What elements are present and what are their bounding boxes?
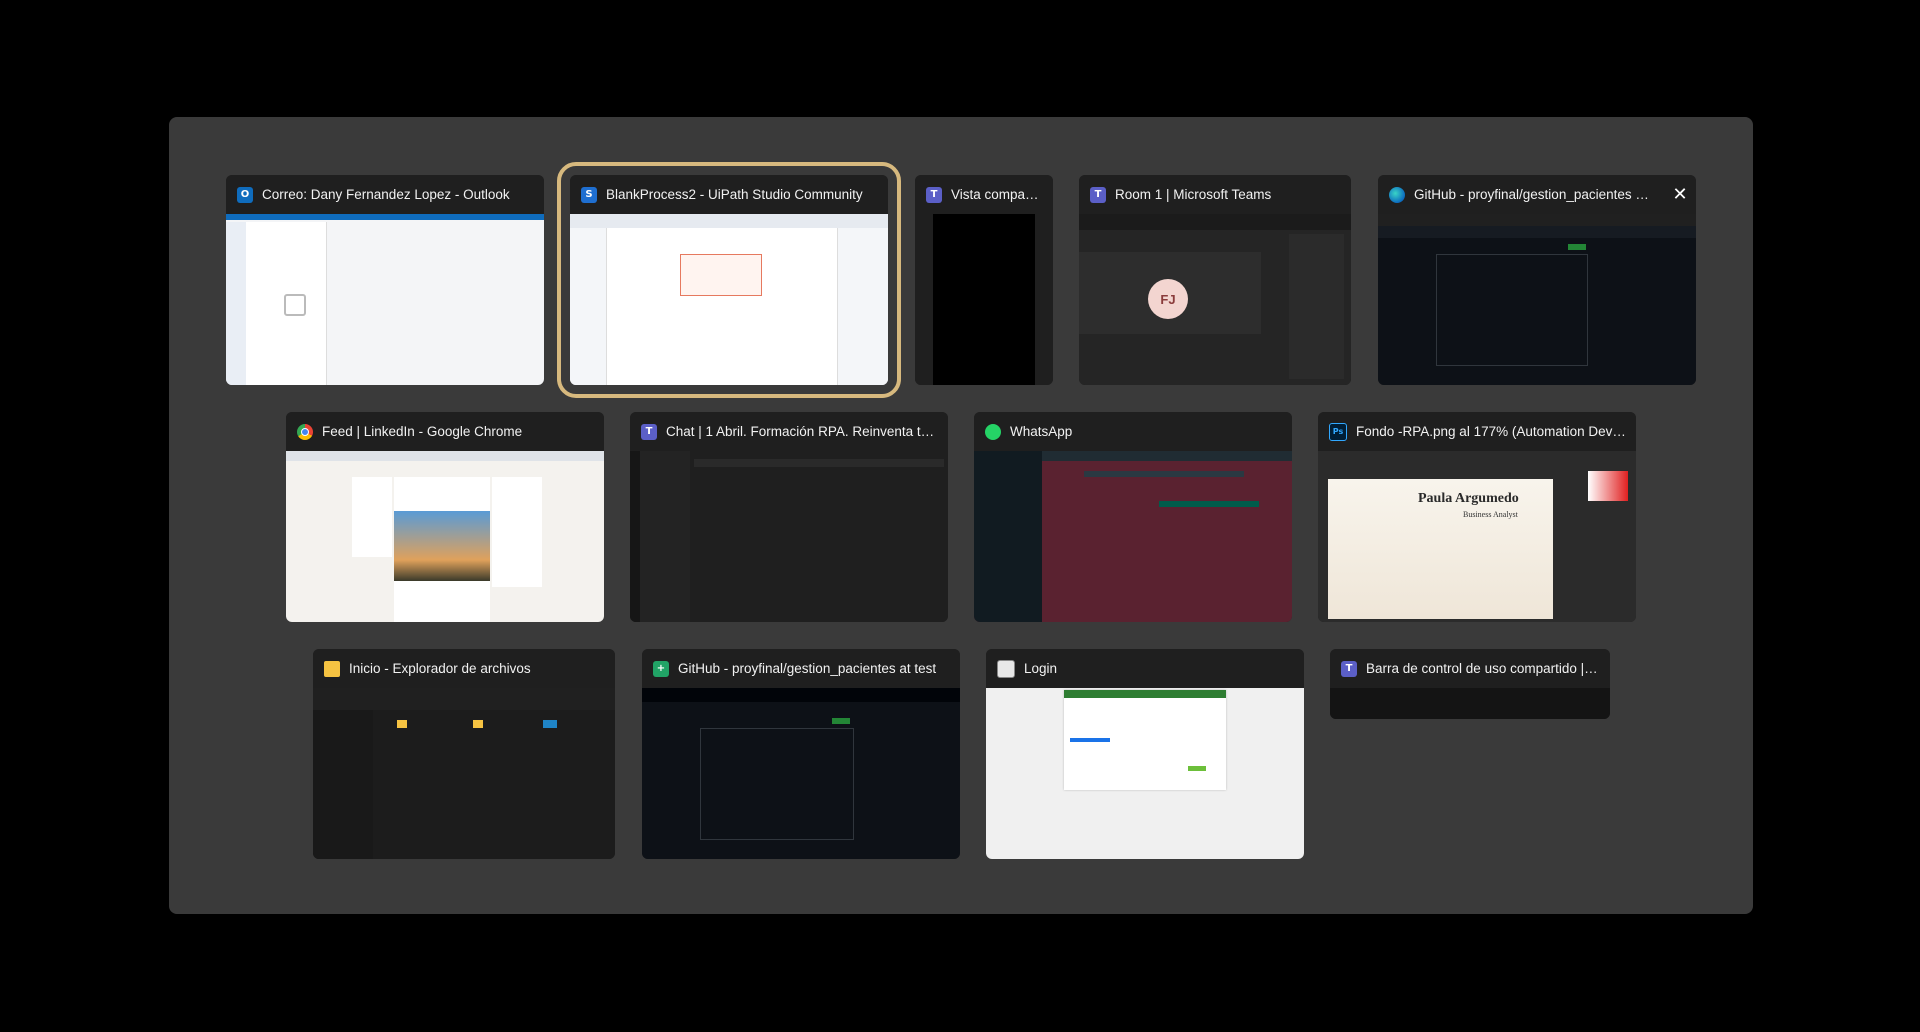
window-title: BlankProcess2 - UiPath Studio Community — [606, 187, 863, 202]
teams-icon: T — [1090, 186, 1106, 203]
login-icon — [997, 659, 1015, 678]
window-card-github-edge[interactable]: GitHub - proyfinal/gestion_pacientes at … — [1378, 175, 1696, 385]
window-thumbnail — [1378, 214, 1696, 385]
participant-avatar: FJ — [1148, 279, 1188, 319]
window-thumbnail: Paula Argumedo Business Analyst — [1318, 451, 1636, 622]
window-title: Room 1 | Microsoft Teams — [1115, 187, 1272, 202]
uipath-icon: S — [581, 186, 597, 203]
window-title: Fondo -RPA.png al 177% (Automation Devel… — [1356, 424, 1636, 439]
edge-icon — [1389, 186, 1405, 203]
window-title: Vista compacta... — [951, 187, 1053, 202]
window-card-teams-compact[interactable]: T Vista compacta... — [915, 175, 1053, 385]
window-title: Chat | 1 Abril. Formación RPA. Reinventa… — [666, 424, 948, 439]
teams-icon: T — [1341, 660, 1357, 677]
close-icon[interactable]: ✕ — [1664, 184, 1696, 205]
teams-icon: T — [926, 186, 942, 203]
window-card-login[interactable]: Login — [986, 649, 1304, 859]
window-thumbnail — [642, 688, 960, 859]
sheets-icon: + — [653, 660, 669, 677]
task-switcher-panel: O Correo: Dany Fernandez Lopez - Outlook … — [169, 117, 1753, 914]
window-title: WhatsApp — [1010, 424, 1073, 439]
window-title: GitHub - proyfinal/gestion_pacientes at … — [678, 661, 937, 676]
window-card-outlook[interactable]: O Correo: Dany Fernandez Lopez - Outlook — [226, 175, 544, 385]
window-title: Login — [1024, 661, 1058, 676]
photoshop-document-subtitle: Business Analyst — [1463, 510, 1518, 519]
folder-icon — [324, 660, 340, 677]
window-thumbnail — [1330, 688, 1610, 719]
window-card-whatsapp[interactable]: WhatsApp — [974, 412, 1292, 622]
window-thumbnail — [915, 214, 1053, 385]
window-card-teams-chat[interactable]: T Chat | 1 Abril. Formación RPA. Reinvent… — [630, 412, 948, 622]
window-title: GitHub - proyfinal/gestion_pacientes at … — [1414, 187, 1664, 202]
photoshop-icon: Ps — [1329, 422, 1347, 441]
window-thumbnail — [986, 688, 1304, 859]
photoshop-document-title: Paula Argumedo — [1418, 491, 1519, 506]
chrome-icon — [297, 423, 313, 440]
window-card-file-explorer[interactable]: Inicio - Explorador de archivos — [313, 649, 615, 859]
outlook-icon: O — [237, 186, 253, 203]
window-thumbnail — [570, 214, 888, 385]
window-thumbnail — [974, 451, 1292, 622]
window-thumbnail — [630, 451, 948, 622]
window-card-linkedin-chrome[interactable]: Feed | LinkedIn - Google Chrome — [286, 412, 604, 622]
whatsapp-icon — [985, 423, 1001, 440]
window-card-photoshop[interactable]: Ps Fondo -RPA.png al 177% (Automation Dev… — [1318, 412, 1636, 622]
window-card-github-sheets[interactable]: + GitHub - proyfinal/gestion_pacientes at… — [642, 649, 960, 859]
window-card-uipath[interactable]: S BlankProcess2 - UiPath Studio Community — [557, 162, 901, 398]
window-thumbnail — [286, 451, 604, 622]
window-title: Correo: Dany Fernandez Lopez - Outlook — [262, 187, 510, 202]
window-thumbnail: FJ — [1079, 214, 1351, 385]
window-title: Feed | LinkedIn - Google Chrome — [322, 424, 523, 439]
window-card-teams-room[interactable]: T Room 1 | Microsoft Teams FJ — [1079, 175, 1351, 385]
window-thumbnail — [226, 214, 544, 385]
window-card-teams-share-bar[interactable]: T Barra de control de uso compartido | Mi… — [1330, 649, 1610, 719]
window-title: Inicio - Explorador de archivos — [349, 661, 531, 676]
teams-icon: T — [641, 423, 657, 440]
window-thumbnail — [313, 688, 615, 859]
window-title: Barra de control de uso compartido | Mic… — [1366, 661, 1610, 676]
